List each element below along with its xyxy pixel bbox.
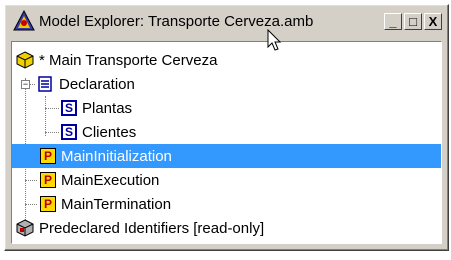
tree-item-plantas[interactable]: S Plantas <box>12 96 441 120</box>
model-tree[interactable]: * Main Transporte Cerveza − Declaration … <box>11 41 442 244</box>
close-button[interactable]: X <box>424 12 442 30</box>
tree-item-declaration[interactable]: Declaration <box>12 72 441 96</box>
procedure-icon: P <box>40 148 56 164</box>
tree-item-label: MainTermination <box>61 195 172 213</box>
maximize-button[interactable]: □ <box>404 12 422 30</box>
set-icon: S <box>61 124 77 140</box>
tree-item-label: MainInitialization <box>61 147 172 165</box>
tree-item-root[interactable]: * Main Transporte Cerveza <box>12 48 441 72</box>
tree-item-maintermination[interactable]: P MainTermination <box>12 192 441 216</box>
tree-item-label: * Main Transporte Cerveza <box>39 51 218 69</box>
procedure-icon: P <box>40 172 56 188</box>
procedure-icon: P <box>40 196 56 212</box>
tree-item-label: MainExecution <box>61 171 160 189</box>
app-icon <box>13 10 35 31</box>
tree-item-label: Plantas <box>82 99 133 117</box>
tree-item-clientes[interactable]: S Clientes <box>12 120 441 144</box>
tree-item-maininitialization[interactable]: P MainInitialization <box>12 144 441 168</box>
title-bar[interactable]: Model Explorer: Transporte Cerveza.amb _… <box>7 7 446 35</box>
minimize-button[interactable]: _ <box>384 12 402 30</box>
tree-item-label: Clientes <box>82 123 137 141</box>
mouse-cursor-icon <box>267 29 282 51</box>
cube-icon <box>16 51 34 69</box>
predeclared-icon <box>16 219 34 237</box>
tree-item-label: Predeclared Identifiers [read-only] <box>39 219 265 237</box>
window-title: Model Explorer: Transporte Cerveza.amb <box>39 12 314 30</box>
tree-item-label: Declaration <box>59 75 135 93</box>
set-icon: S <box>61 100 77 116</box>
tree-item-mainexecution[interactable]: P MainExecution <box>12 168 441 192</box>
model-explorer-window: Model Explorer: Transporte Cerveza.amb _… <box>4 4 449 251</box>
declaration-icon <box>38 76 52 92</box>
tree-item-predeclared[interactable]: Predeclared Identifiers [read-only] <box>12 216 441 240</box>
